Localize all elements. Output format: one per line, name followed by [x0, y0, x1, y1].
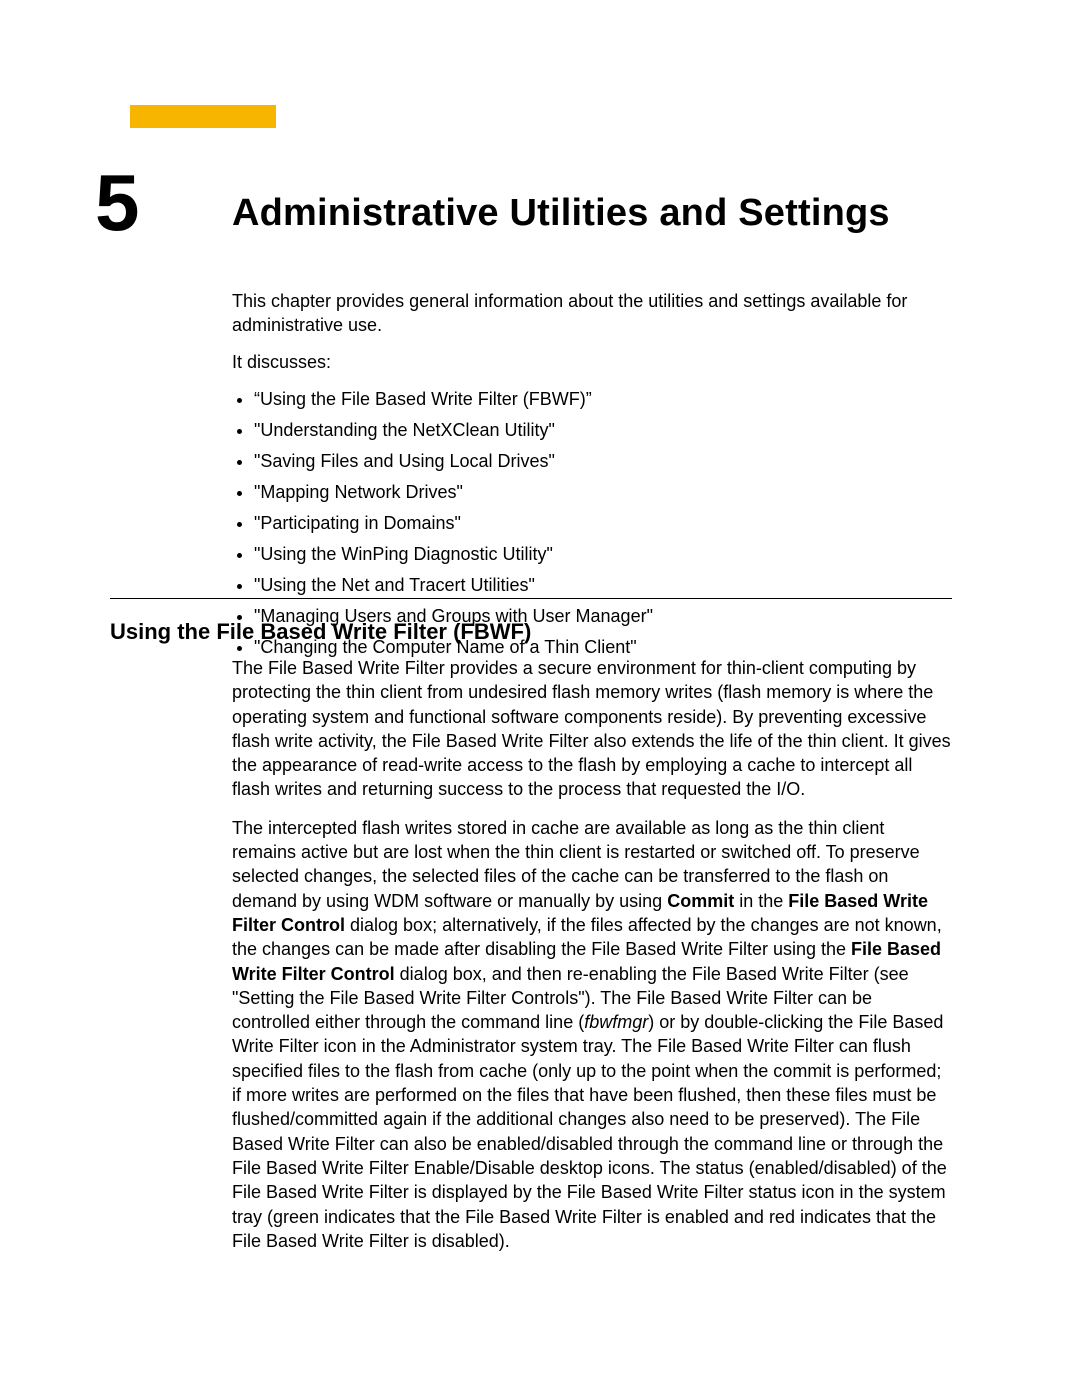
accent-bar [130, 105, 276, 128]
section-divider [110, 598, 952, 599]
intro-bullet-item: "Mapping Network Drives" [254, 479, 952, 506]
intro-bullet-item: "Saving Files and Using Local Drives" [254, 448, 952, 475]
section-paragraph-1: The File Based Write Filter provides a s… [232, 656, 952, 802]
intro-bullet-item: "Participating in Domains" [254, 510, 952, 537]
intro-paragraph-2: It discusses: [232, 350, 952, 374]
text-run: in the [734, 891, 788, 911]
document-page: 5 Administrative Utilities and Settings … [0, 0, 1080, 1397]
intro-block: This chapter provides general informatio… [232, 289, 952, 665]
section-paragraph-2: The intercepted flash writes stored in c… [232, 816, 952, 1253]
intro-bullet-item: "Understanding the NetXClean Utility" [254, 417, 952, 444]
intro-bullet-item: “Using the File Based Write Filter (FBWF… [254, 386, 952, 413]
section-body: The File Based Write Filter provides a s… [232, 656, 952, 1267]
text-run: ) or by double-clicking the File Based W… [232, 1012, 947, 1251]
chapter-number: 5 [95, 163, 140, 243]
intro-paragraph-1: This chapter provides general informatio… [232, 289, 952, 338]
intro-bullet-item: "Using the Net and Tracert Utilities" [254, 572, 952, 599]
intro-bullet-item: "Using the WinPing Diagnostic Utility" [254, 541, 952, 568]
italic-run: fbwfmgr [584, 1012, 648, 1032]
chapter-title: Administrative Utilities and Settings [232, 192, 890, 235]
section-heading: Using the File Based Write Filter (FBWF) [110, 619, 531, 645]
bold-run: Commit [667, 891, 734, 911]
